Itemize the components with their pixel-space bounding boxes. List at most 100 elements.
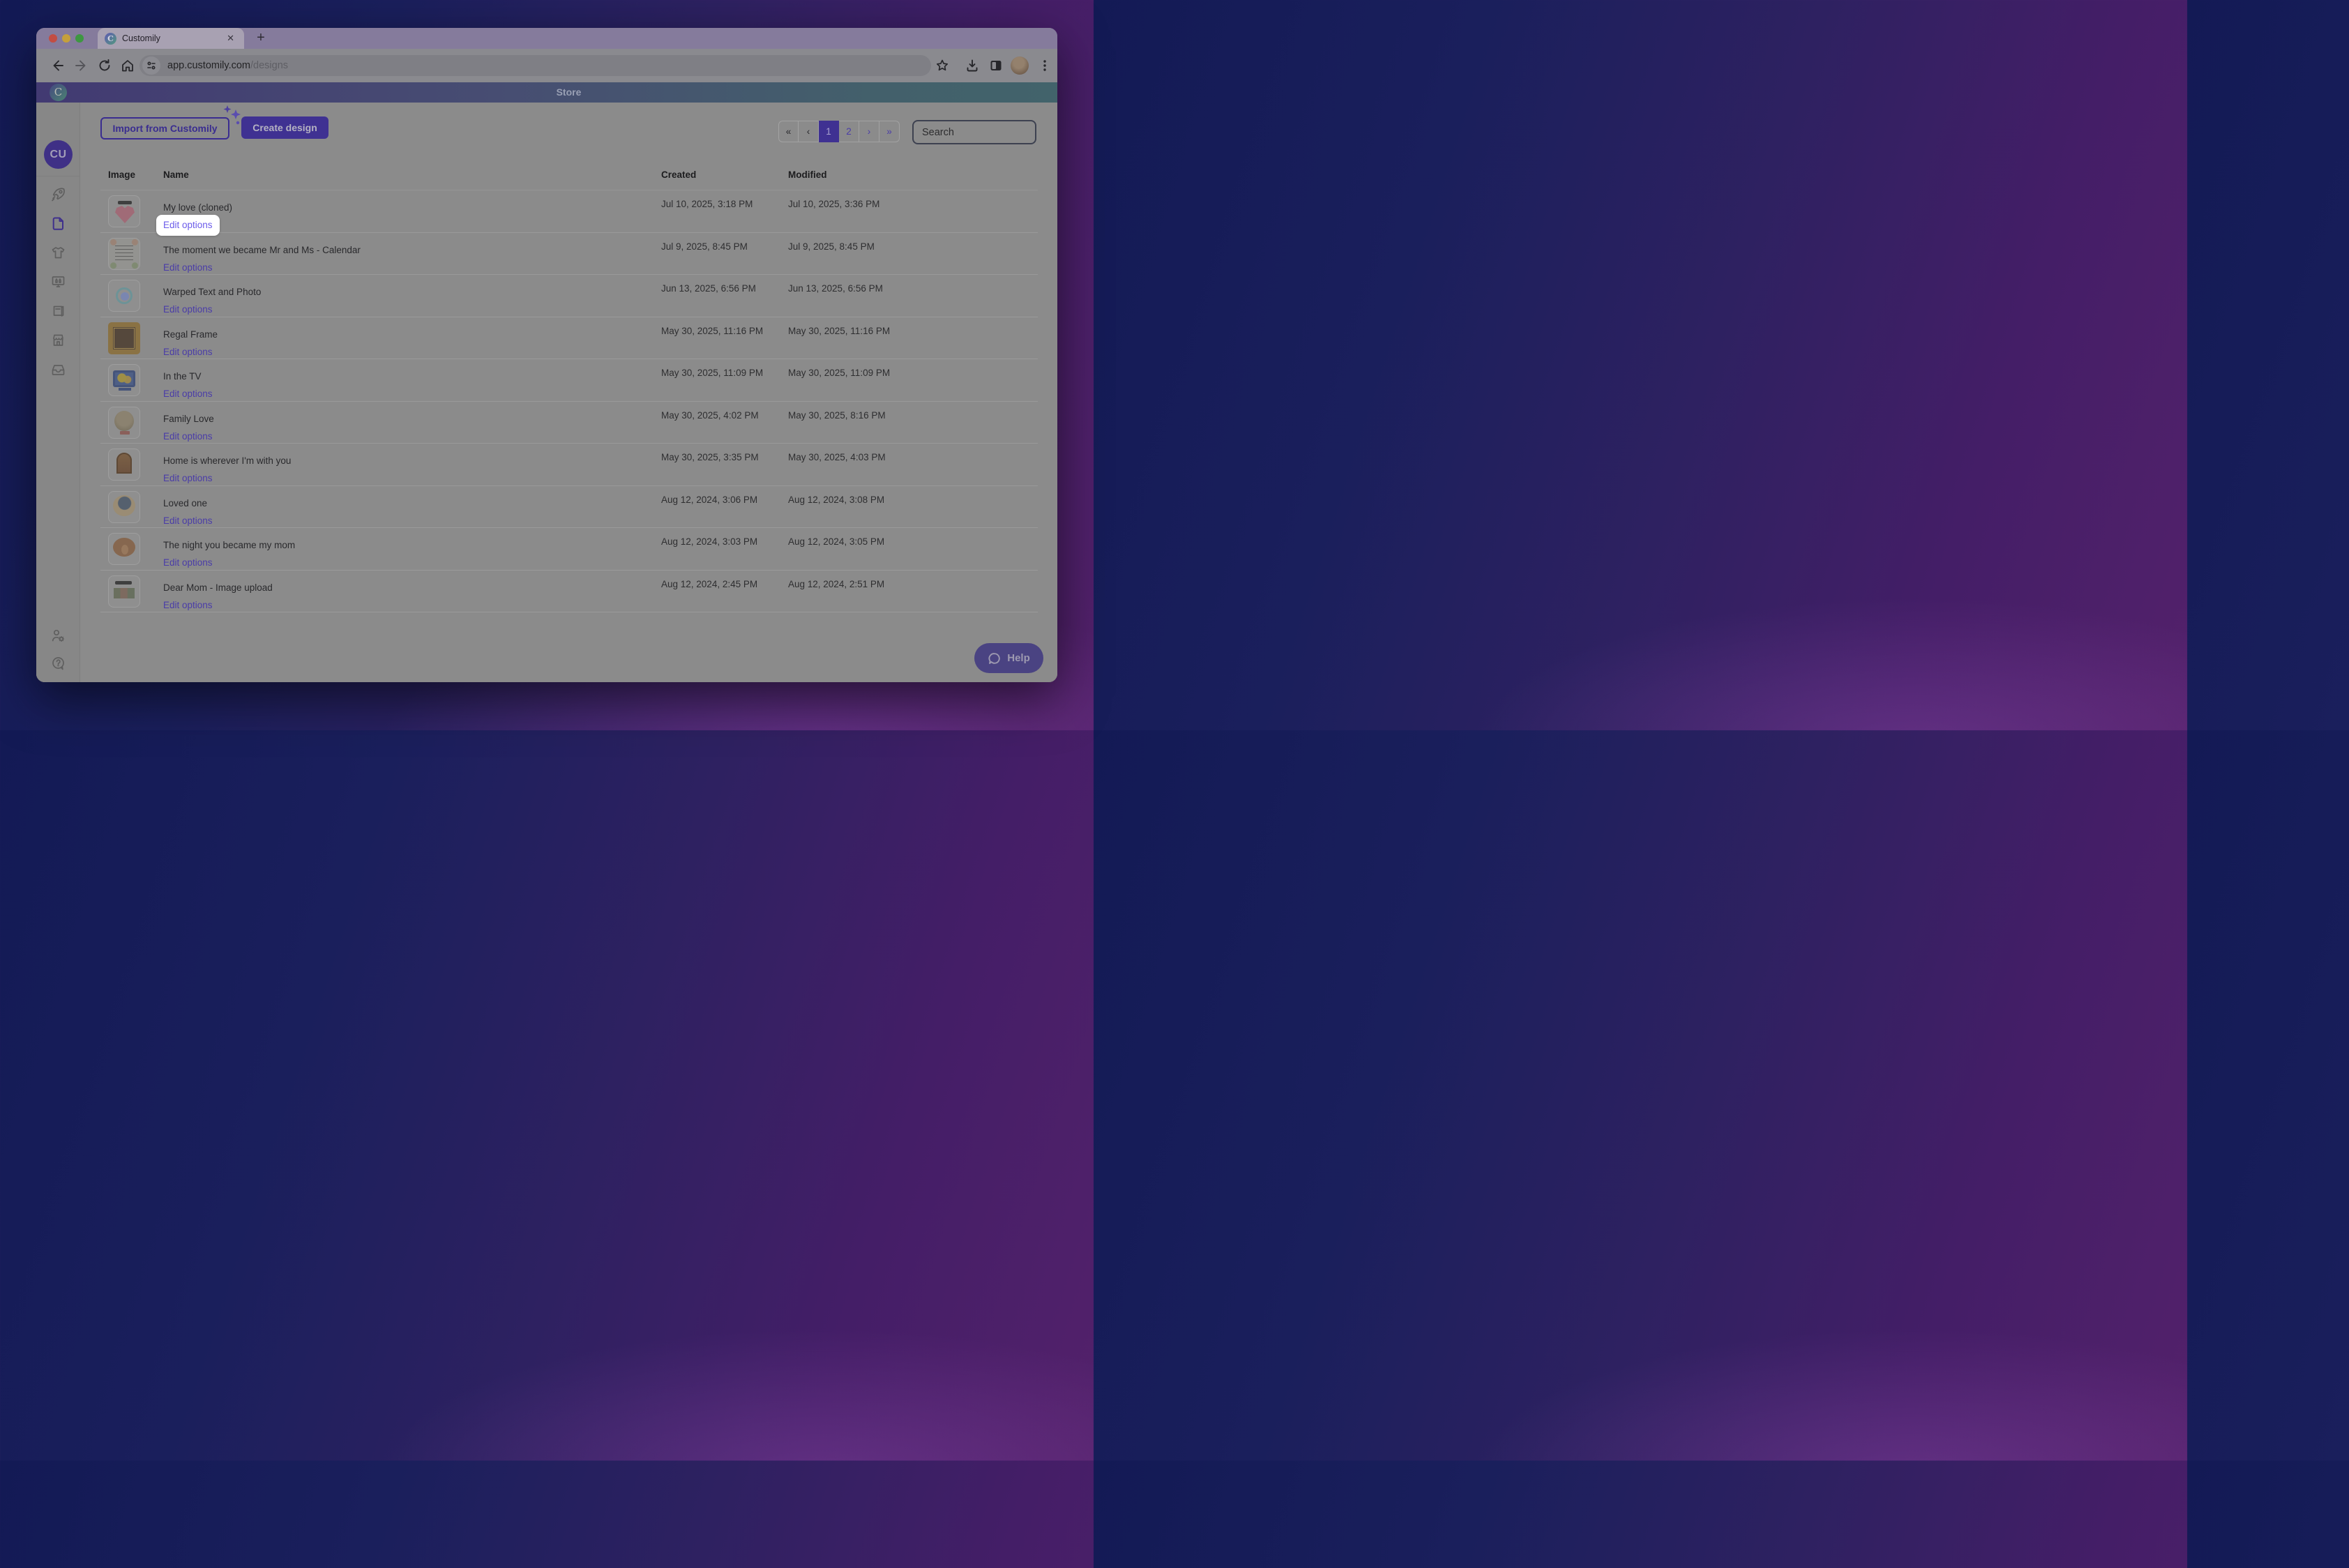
edit-options-link[interactable]: Edit options bbox=[163, 262, 213, 273]
edit-options-wrap[interactable]: Edit options bbox=[163, 346, 213, 359]
reload-icon[interactable] bbox=[97, 58, 112, 73]
search-input[interactable] bbox=[912, 120, 1036, 144]
sidebar-item-products[interactable] bbox=[50, 244, 67, 262]
product-shirt-icon bbox=[50, 244, 67, 262]
side-panel-icon[interactable] bbox=[988, 58, 1004, 73]
download-icon[interactable] bbox=[965, 58, 980, 73]
table-row[interactable]: Dear Mom - Image upload Edit options Aug… bbox=[100, 571, 1038, 613]
modified-date: Aug 12, 2024, 3:08 PM bbox=[788, 495, 884, 505]
designs-file-icon bbox=[50, 215, 67, 232]
sparkles-icon bbox=[219, 104, 244, 129]
address-bar[interactable]: app.customily.com/designs bbox=[139, 55, 931, 76]
edit-options-wrap[interactable]: Edit options bbox=[163, 472, 213, 485]
edit-options-link[interactable]: Edit options bbox=[163, 304, 213, 315]
store-topbar: C Store bbox=[36, 82, 1057, 103]
table-row[interactable]: Home is wherever I'm with you Edit optio… bbox=[100, 444, 1038, 486]
window-minimize-button[interactable] bbox=[62, 34, 70, 43]
pagination-first[interactable]: « bbox=[778, 121, 799, 142]
sidebar-item-store[interactable] bbox=[50, 331, 67, 349]
sidebar-item-account[interactable] bbox=[50, 627, 67, 644]
design-thumbnail bbox=[108, 238, 140, 270]
pagination-last[interactable]: » bbox=[879, 121, 900, 142]
forward-icon[interactable] bbox=[73, 58, 89, 73]
edit-options-link[interactable]: Edit options bbox=[163, 431, 213, 442]
created-date: Aug 12, 2024, 2:45 PM bbox=[661, 579, 757, 589]
pagination-page-1[interactable]: 1 bbox=[819, 121, 839, 142]
table-row[interactable]: Family Love Edit options May 30, 2025, 4… bbox=[100, 402, 1038, 444]
window-close-button[interactable] bbox=[49, 34, 57, 43]
sidebar-item-rocket[interactable] bbox=[50, 186, 67, 203]
bookmark-star-icon[interactable] bbox=[935, 58, 950, 73]
design-name: Warped Text and Photo bbox=[163, 287, 261, 297]
pages-book-icon bbox=[50, 302, 67, 319]
import-from-customily-button[interactable]: Import from Customily bbox=[100, 117, 229, 140]
edit-options-wrap[interactable]: Edit options bbox=[163, 515, 213, 527]
create-design-button[interactable]: Create design bbox=[241, 116, 328, 139]
table-row[interactable]: In the TV Edit options May 30, 2025, 11:… bbox=[100, 359, 1038, 402]
table-row[interactable]: The night you became my mom Edit options… bbox=[100, 528, 1038, 571]
customily-favicon: C bbox=[105, 33, 116, 45]
edit-options-link[interactable]: Edit options bbox=[163, 473, 213, 483]
edit-options-wrap[interactable]: Edit options bbox=[163, 599, 213, 612]
sidebar: CU bbox=[36, 103, 80, 682]
design-name: My love (cloned) bbox=[163, 202, 232, 213]
table-row[interactable]: Regal Frame Edit options May 30, 2025, 1… bbox=[100, 317, 1038, 360]
design-thumbnail bbox=[108, 280, 140, 312]
design-name: Dear Mom - Image upload bbox=[163, 582, 273, 593]
edit-options-link[interactable]: Edit options bbox=[163, 347, 213, 357]
sidebar-item-templates[interactable] bbox=[50, 302, 67, 319]
sidebar-item-designs[interactable] bbox=[50, 215, 67, 232]
edit-options-wrap[interactable]: Edit options bbox=[163, 303, 213, 316]
created-date: May 30, 2025, 4:02 PM bbox=[661, 410, 759, 421]
edit-options-link[interactable]: Edit options bbox=[163, 600, 213, 610]
tab-close-icon[interactable]: ✕ bbox=[224, 33, 237, 44]
customily-logo: C bbox=[50, 84, 67, 101]
browser-window: C Customily ✕ + app.customily.com/design… bbox=[36, 28, 1057, 682]
created-date: May 30, 2025, 11:16 PM bbox=[661, 326, 763, 336]
created-date: Jun 13, 2025, 6:56 PM bbox=[661, 283, 756, 294]
site-settings-icon[interactable] bbox=[142, 56, 160, 75]
created-date: May 30, 2025, 11:09 PM bbox=[661, 368, 763, 378]
design-thumbnail bbox=[108, 364, 140, 396]
edit-options-wrap[interactable]: Edit options bbox=[163, 557, 213, 569]
edit-options-link[interactable]: Edit options bbox=[163, 515, 213, 526]
pagination-page-2[interactable]: 2 bbox=[839, 121, 859, 142]
edit-options-wrap[interactable]: Edit options bbox=[163, 262, 213, 274]
pagination: « ‹ 1 2 › » bbox=[778, 121, 900, 142]
table-row[interactable]: The moment we became Mr and Ms - Calenda… bbox=[100, 233, 1038, 276]
sidebar-item-help[interactable] bbox=[50, 655, 67, 672]
design-name: In the TV bbox=[163, 371, 202, 382]
new-tab-button[interactable]: + bbox=[252, 30, 269, 47]
edit-options-wrap[interactable]: Edit options bbox=[163, 430, 213, 443]
window-zoom-button[interactable] bbox=[75, 34, 84, 43]
edit-options-wrap[interactable]: Edit options bbox=[163, 388, 213, 400]
design-thumbnail bbox=[108, 491, 140, 523]
browser-tab[interactable]: C Customily ✕ bbox=[98, 28, 244, 49]
design-table-rows: My love (cloned) Edit options Jul 10, 20… bbox=[100, 190, 1038, 612]
table-row[interactable]: Loved one Edit options Aug 12, 2024, 3:0… bbox=[100, 486, 1038, 529]
url-path: /designs bbox=[250, 60, 288, 71]
table-row[interactable]: Warped Text and Photo Edit options Jun 1… bbox=[100, 275, 1038, 317]
created-date: May 30, 2025, 3:35 PM bbox=[661, 452, 759, 462]
design-name: Loved one bbox=[163, 498, 207, 508]
back-icon[interactable] bbox=[50, 58, 66, 73]
pagination-next[interactable]: › bbox=[859, 121, 879, 142]
account-avatar[interactable]: CU bbox=[44, 140, 73, 169]
modified-date: Aug 12, 2024, 2:51 PM bbox=[788, 579, 884, 589]
help-button[interactable]: Help bbox=[974, 643, 1043, 673]
table-row[interactable]: My love (cloned) Edit options Jul 10, 20… bbox=[100, 190, 1038, 233]
sidebar-item-mockups[interactable] bbox=[50, 273, 67, 290]
edit-options-link[interactable]: Edit options bbox=[163, 557, 213, 568]
design-name: The moment we became Mr and Ms - Calenda… bbox=[163, 245, 361, 255]
sidebar-item-orders[interactable] bbox=[50, 361, 67, 378]
edit-options-link[interactable]: Edit options bbox=[163, 220, 213, 230]
menu-dots-icon[interactable] bbox=[1037, 58, 1052, 73]
pagination-prev[interactable]: ‹ bbox=[799, 121, 819, 142]
edit-options-link[interactable]: Edit options bbox=[163, 389, 213, 399]
column-header-name: Name bbox=[163, 169, 189, 180]
modified-date: Jun 13, 2025, 6:56 PM bbox=[788, 283, 883, 294]
profile-avatar[interactable] bbox=[1011, 56, 1029, 75]
home-icon[interactable] bbox=[120, 58, 135, 73]
created-date: Aug 12, 2024, 3:03 PM bbox=[661, 536, 757, 547]
app-body: CU bbox=[36, 103, 1057, 682]
